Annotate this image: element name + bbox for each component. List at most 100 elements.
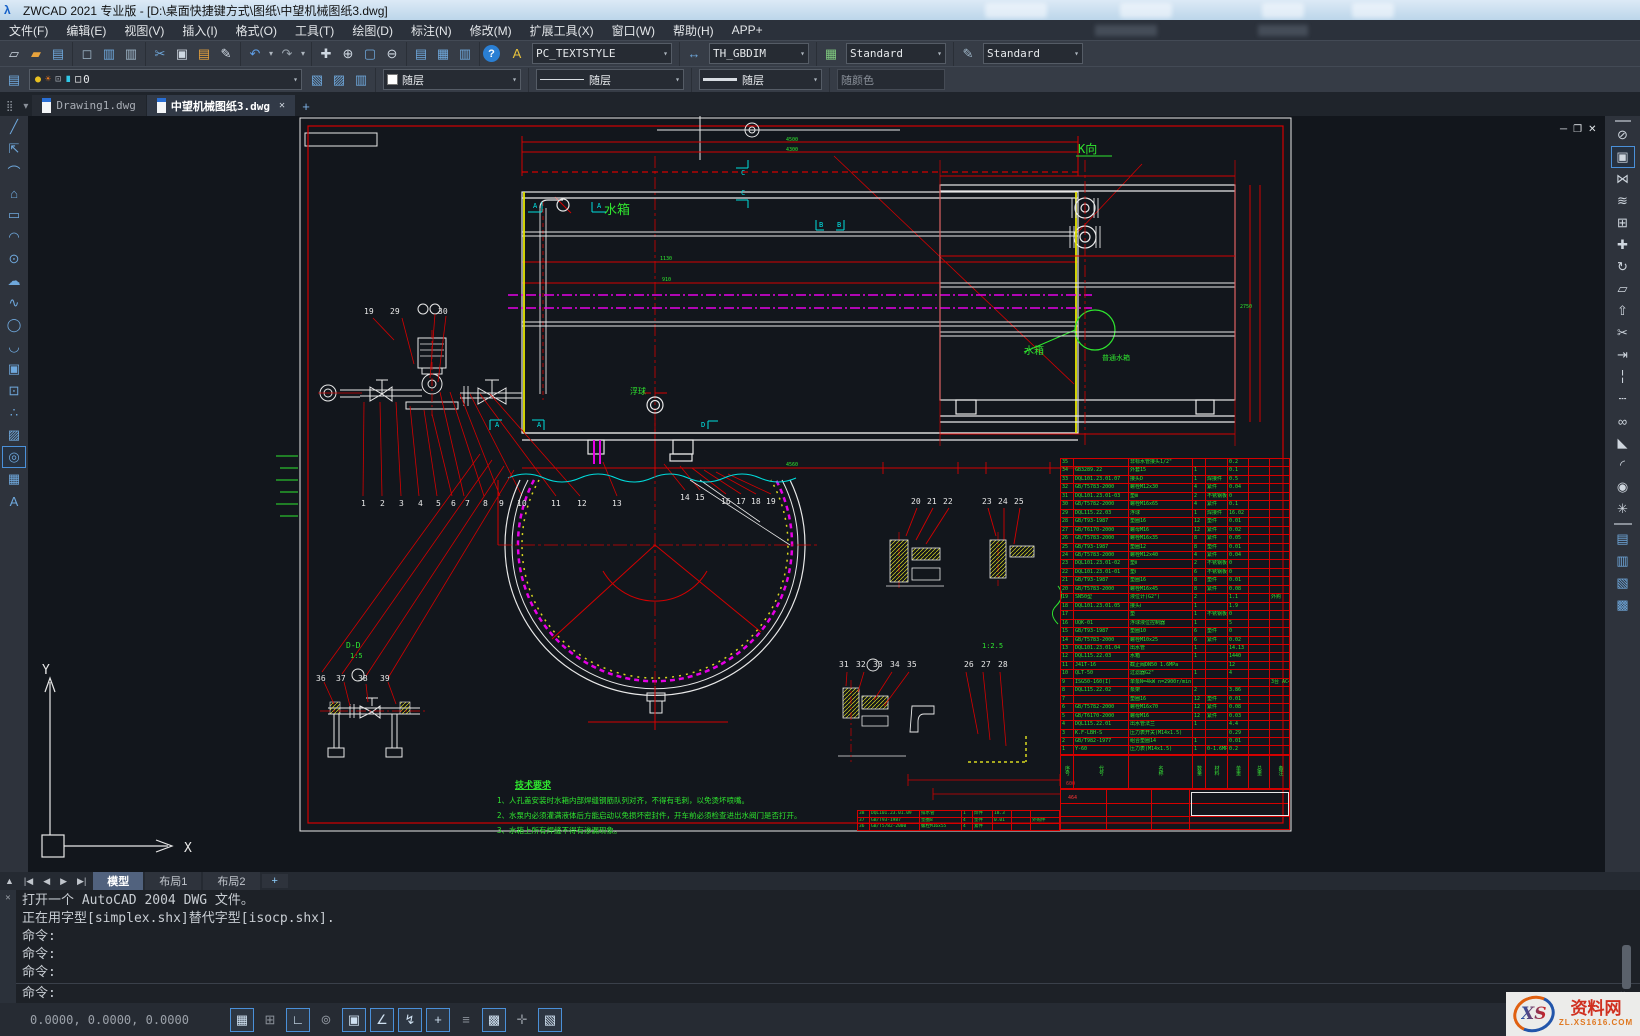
zoom-previous-button[interactable]: ⊖ <box>381 43 403 65</box>
redo-button[interactable]: ↷ <box>276 43 298 65</box>
mtext-button[interactable]: A <box>2 490 26 512</box>
zoom-window-button[interactable]: ▢ <box>359 43 381 65</box>
drawing-canvas[interactable]: Y X 水箱浮球普通水箱K向水箱D-D1:51:2.54500430011309… <box>28 116 1605 872</box>
command-close-icon[interactable]: ✕ <box>5 893 10 903</box>
chevron-down-icon[interactable]: ▾ <box>675 75 680 84</box>
break-at-point-button[interactable]: ╎ <box>1611 366 1635 388</box>
paste-button[interactable]: ▤ <box>193 43 215 65</box>
child-restore-button[interactable]: ❐ <box>1573 124 1588 135</box>
table-style-icon[interactable]: ▦ <box>820 43 842 65</box>
chevron-down-icon[interactable]: ▾ <box>800 49 805 58</box>
construction-line-button[interactable]: ⇱ <box>2 138 26 160</box>
erase-button[interactable]: ⊘ <box>1611 124 1635 146</box>
hatch-button[interactable]: ▨ <box>2 424 26 446</box>
table-button[interactable]: ▦ <box>2 468 26 490</box>
tool-palette-button[interactable]: ▥ <box>454 43 476 65</box>
bring-above-button[interactable]: ▧ <box>1611 572 1635 594</box>
undo-button[interactable]: ↶ <box>244 43 266 65</box>
status-snap-toggle[interactable]: ⊞ <box>258 1008 282 1032</box>
drawing-svg[interactable]: Y X 水箱浮球普通水箱K向水箱D-D1:51:2.54500430011309… <box>28 116 1605 872</box>
join-button[interactable]: ∞ <box>1611 410 1635 432</box>
layer-isolate-button[interactable]: ▨ <box>328 69 350 91</box>
table-style-combo[interactable]: Standard ▾ <box>846 43 946 64</box>
menu-item-1[interactable]: 编辑(E) <box>57 20 115 41</box>
status-angle-snap-toggle[interactable]: ∠ <box>370 1008 394 1032</box>
region-button[interactable]: ◎ <box>2 446 26 468</box>
status-lineweight-display-toggle[interactable]: ≡ <box>454 1008 478 1032</box>
layout-nav-1[interactable]: |◀ <box>19 876 38 887</box>
layout-nav-4[interactable]: ▶| <box>72 876 91 887</box>
menu-item-11[interactable]: 帮助(H) <box>664 20 723 41</box>
layout-nav-0[interactable]: ▲ <box>0 876 19 886</box>
menu-item-6[interactable]: 绘图(D) <box>343 20 402 41</box>
menu-item-7[interactable]: 标注(N) <box>402 20 461 41</box>
layout-tab-模型[interactable]: 模型 <box>93 872 143 890</box>
toolbar-grip[interactable] <box>1615 120 1631 122</box>
ellipse-arc-button[interactable]: ◡ <box>2 336 26 358</box>
explode-button[interactable]: ✳ <box>1611 498 1635 520</box>
menu-item-0[interactable]: 文件(F) <box>0 20 57 41</box>
doc-tab[interactable]: 中望机械图纸3.dwg✕ <box>147 95 295 116</box>
circle-button[interactable]: ⊙ <box>2 248 26 270</box>
dim-style-combo[interactable]: TH_GBDIM ▾ <box>709 43 809 64</box>
menu-item-8[interactable]: 修改(M) <box>461 20 521 41</box>
menu-item-3[interactable]: 插入(I) <box>173 20 226 41</box>
menu-item-12[interactable]: APP+ <box>723 21 772 39</box>
layout-nav-3[interactable]: ▶ <box>55 876 72 887</box>
dim-style-icon[interactable]: ↔ <box>683 43 705 65</box>
undo-dropdown-icon[interactable]: ▾ <box>266 49 276 58</box>
arc-button[interactable]: ◠ <box>2 226 26 248</box>
blend-button[interactable]: ◉ <box>1611 476 1635 498</box>
layout-nav-2[interactable]: ◀ <box>38 876 55 887</box>
command-window[interactable]: ✕ 打开一个 AutoCAD 2004 DWG 文件。正在用字型[simplex… <box>0 890 1640 1003</box>
line-button[interactable]: ╱ <box>2 116 26 138</box>
status-transparency-toggle[interactable]: ▩ <box>482 1008 506 1032</box>
design-center-button[interactable]: ▦ <box>432 43 454 65</box>
layer-states-button[interactable]: ▥ <box>350 69 372 91</box>
rectangle-button[interactable]: ▭ <box>2 204 26 226</box>
point-button[interactable]: ∴ <box>2 402 26 424</box>
match-properties-button[interactable]: ✎ <box>215 43 237 65</box>
command-scroll-thumb[interactable] <box>1622 945 1631 989</box>
chevron-down-icon[interactable]: ▾ <box>813 75 818 84</box>
send-to-back-button[interactable]: ▥ <box>1611 550 1635 572</box>
mleader-style-icon[interactable]: ✎ <box>957 43 979 65</box>
offset-button[interactable]: ≋ <box>1611 190 1635 212</box>
mirror-button[interactable]: ⋈ <box>1611 168 1635 190</box>
status-snap-tracking-toggle[interactable]: ↯ <box>398 1008 422 1032</box>
layer-combo[interactable]: ●☀⊡∎□ 0 ▾ <box>29 69 302 90</box>
stretch-button[interactable]: ⇧ <box>1611 300 1635 322</box>
polyline-button[interactable]: ⌒ <box>2 160 26 182</box>
insert-block-button[interactable]: ▣ <box>2 358 26 380</box>
help-button[interactable]: ? <box>483 45 500 62</box>
move-button[interactable]: ✚ <box>1611 234 1635 256</box>
menu-item-10[interactable]: 窗口(W) <box>603 20 664 41</box>
scale-button[interactable]: ▱ <box>1611 278 1635 300</box>
chevron-down-icon[interactable]: ▾ <box>937 49 942 58</box>
status-polar-toggle[interactable]: ⊚ <box>314 1008 338 1032</box>
chevron-down-icon[interactable]: ▾ <box>663 49 668 58</box>
layer-manager-button[interactable]: ▤ <box>3 69 25 91</box>
status-viewport-toggle-toggle[interactable]: ▧ <box>538 1008 562 1032</box>
linetype-combo[interactable]: 随层 ▾ <box>536 69 684 90</box>
menu-item-5[interactable]: 工具(T) <box>286 20 343 41</box>
child-close-button[interactable]: ✕ <box>1588 124 1602 135</box>
fillet-button[interactable]: ◜ <box>1611 454 1635 476</box>
spline-button[interactable]: ∿ <box>2 292 26 314</box>
make-block-button[interactable]: ⊡ <box>2 380 26 402</box>
lineweight-combo[interactable]: 随层 ▾ <box>699 69 822 90</box>
status-ortho-toggle[interactable]: ∟ <box>286 1008 310 1032</box>
break-button[interactable]: ┄ <box>1611 388 1635 410</box>
child-minimize-button[interactable]: ─ <box>1560 124 1573 135</box>
layout-add-button[interactable]: + <box>262 874 288 888</box>
command-prompt[interactable]: 命令: <box>22 985 56 1002</box>
menu-item-2[interactable]: 视图(V) <box>115 20 173 41</box>
layout-tab-布局2[interactable]: 布局2 <box>203 872 259 890</box>
extend-button[interactable]: ⇥ <box>1611 344 1635 366</box>
redo-dropdown-icon[interactable]: ▾ <box>298 49 308 58</box>
revision-cloud-button[interactable]: ☁ <box>2 270 26 292</box>
color-combo[interactable]: 随层 ▾ <box>383 69 521 90</box>
layout-tab-布局1[interactable]: 布局1 <box>145 872 201 890</box>
zoom-realtime-button[interactable]: ⊕ <box>337 43 359 65</box>
publish-button[interactable]: ▥ <box>120 43 142 65</box>
